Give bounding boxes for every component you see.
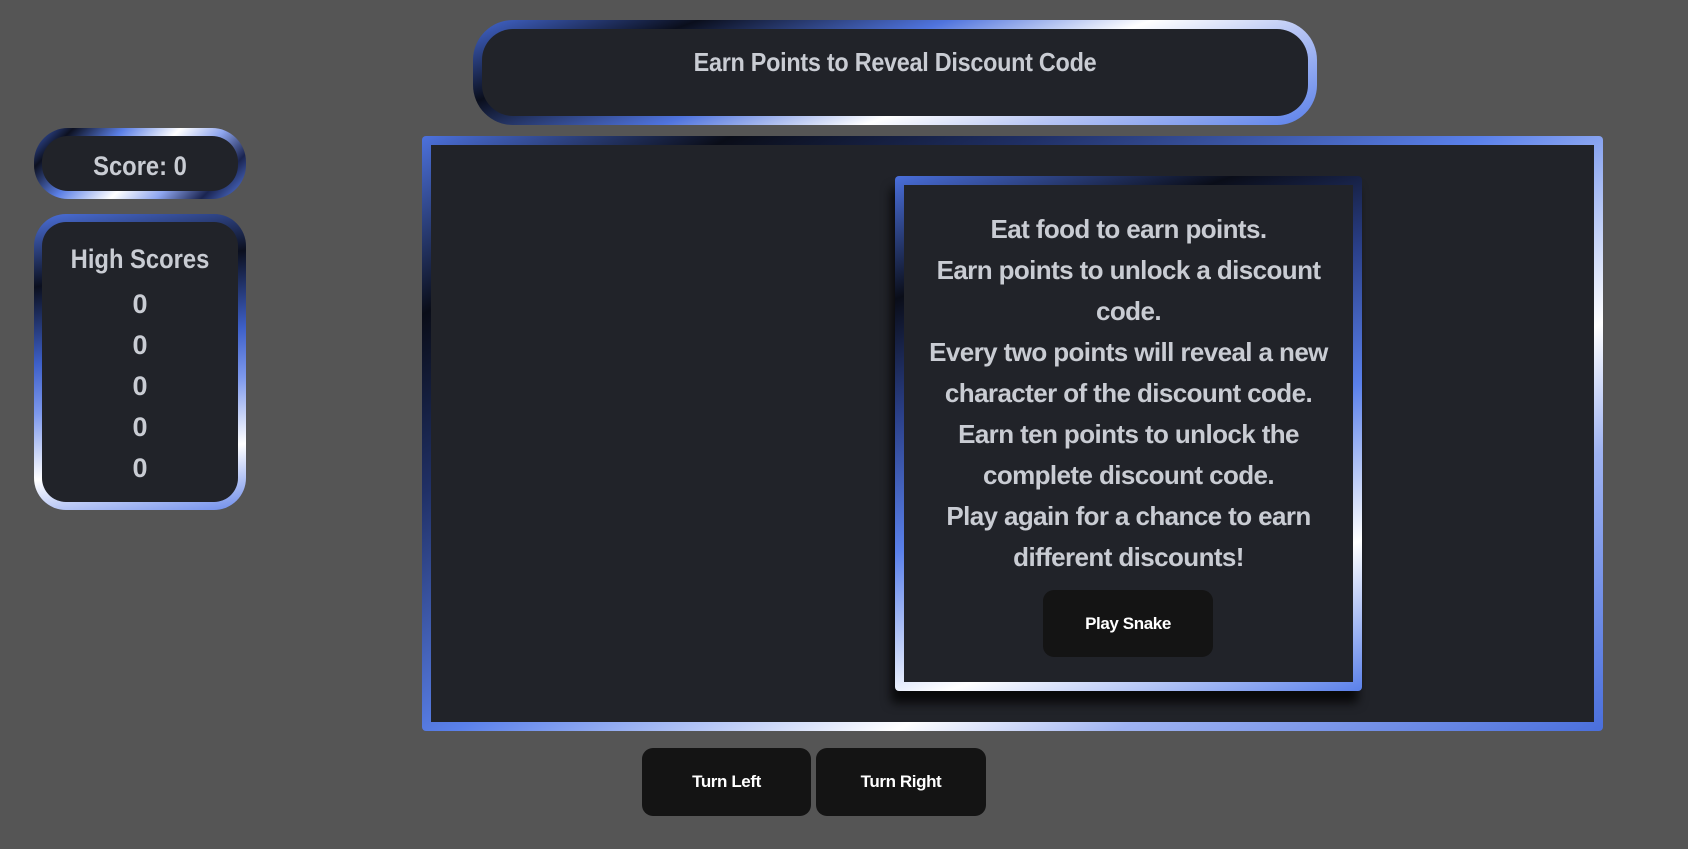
high-score-entry: 0 xyxy=(132,371,148,401)
instructions-modal: Eat food to earn points. Earn points to … xyxy=(895,176,1362,691)
score-label: Score: 0 xyxy=(93,151,187,181)
instruction-item: Play again for a chance to earn differen… xyxy=(946,501,1311,572)
instruction-item: Eat food to earn points. xyxy=(990,214,1268,244)
high-score-entry: 0 xyxy=(132,330,148,360)
turn-left-button[interactable]: Turn Left xyxy=(642,748,811,816)
title-panel: Earn Points to Reveal Discount Code xyxy=(473,20,1317,125)
instruction-item: Every two points will reveal a new chara… xyxy=(929,337,1328,408)
high-scores-panel: High Scores 0 0 0 0 0 xyxy=(34,214,246,510)
high-score-entry: 0 xyxy=(132,453,148,483)
high-scores-list: 0 0 0 0 0 xyxy=(42,284,238,489)
turn-right-button[interactable]: Turn Right xyxy=(816,748,986,816)
instructions-list: Eat food to earn points. Earn points to … xyxy=(926,209,1331,578)
high-score-entry: 0 xyxy=(132,289,148,319)
high-scores-title: High Scores xyxy=(70,244,210,274)
instruction-item: Earn points to unlock a discount code. xyxy=(936,255,1321,326)
score-panel: Score: 0 xyxy=(34,128,246,199)
play-snake-button[interactable]: Play Snake xyxy=(1043,590,1213,657)
high-score-entry: 0 xyxy=(132,412,148,442)
page-title: Earn Points to Reveal Discount Code xyxy=(693,47,1097,77)
instruction-item: Earn ten points to unlock the complete d… xyxy=(958,419,1299,490)
